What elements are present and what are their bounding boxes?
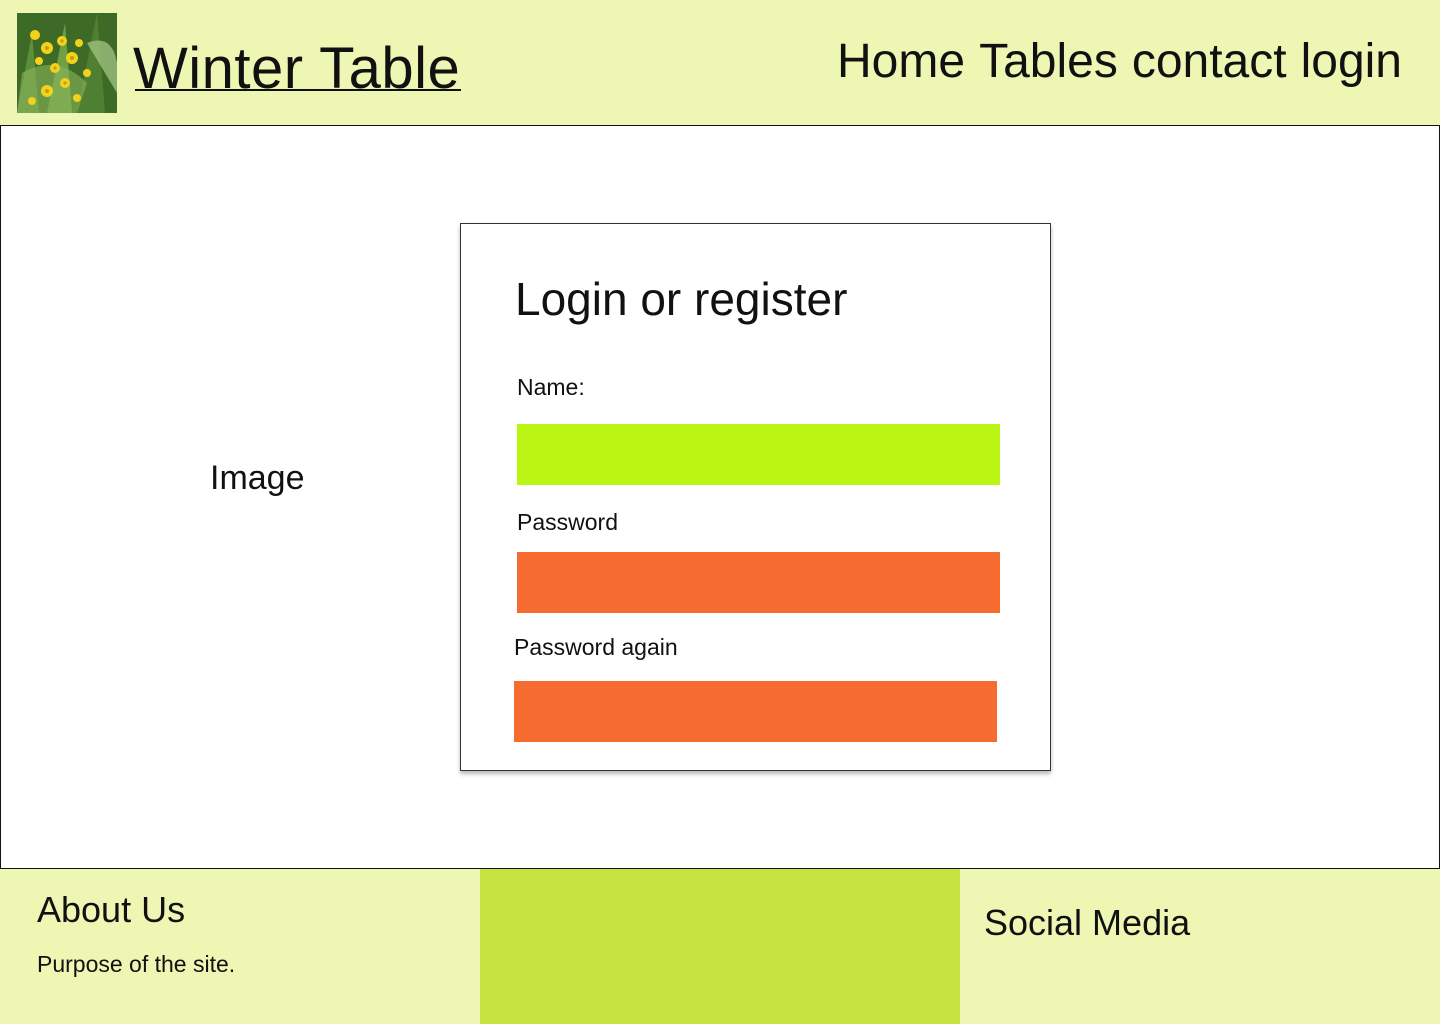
form-title: Login or register (515, 273, 848, 325)
main-nav: Home Tables contact login (837, 34, 1402, 90)
name-label: Name: (517, 374, 585, 400)
title-underline (135, 89, 461, 91)
password-input[interactable] (517, 552, 1000, 613)
main-content: Image Login or register Name: Password P… (0, 125, 1440, 869)
password-again-label: Password again (514, 634, 678, 660)
about-us-text: Purpose of the site. (37, 951, 236, 977)
image-placeholder: Image (210, 459, 305, 497)
site-header: Winter Table Home Tables contact login (0, 0, 1440, 125)
site-title-link[interactable]: Winter Table (133, 34, 460, 104)
flower-photo-logo-icon (17, 13, 117, 113)
footer-middle-block (480, 869, 960, 1024)
nav-home-link[interactable]: Home (837, 34, 965, 90)
nav-tables-link[interactable]: Tables (979, 34, 1118, 90)
about-us-heading: About Us (37, 889, 186, 930)
nav-contact-link[interactable]: contact (1132, 34, 1287, 90)
footer-social-section: Social Media (960, 869, 1440, 1024)
social-media-heading[interactable]: Social Media (984, 902, 1190, 944)
name-input[interactable] (517, 424, 1000, 485)
footer-about-section: About Us Purpose of the site. (0, 869, 480, 1024)
password-again-input[interactable] (514, 681, 997, 742)
site-logo-image[interactable] (17, 13, 117, 113)
password-label: Password (517, 509, 618, 535)
nav-login-link[interactable]: login (1301, 34, 1402, 90)
login-register-card: Login or register Name: Password Passwor… (460, 223, 1051, 771)
site-footer: About Us Purpose of the site. Social Med… (0, 869, 1440, 1024)
